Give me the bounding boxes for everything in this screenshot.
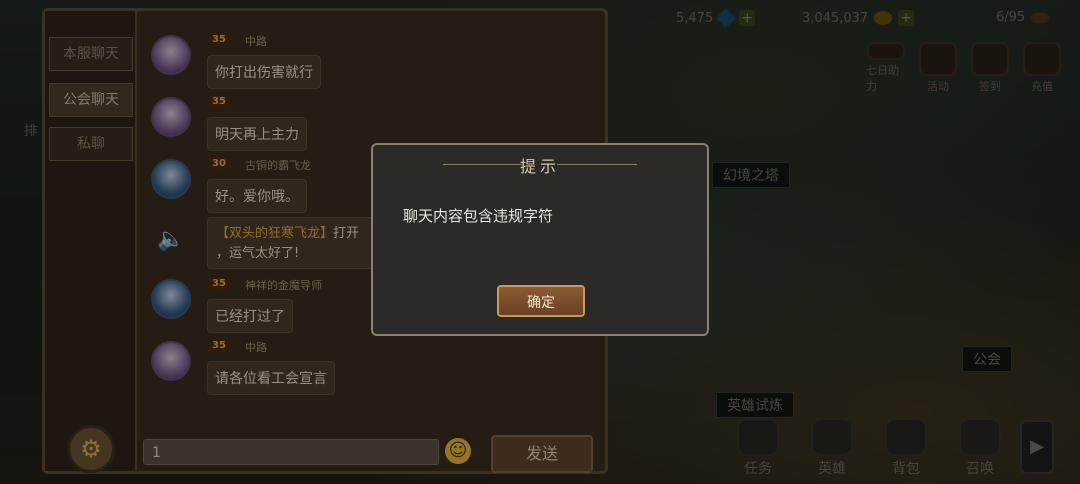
- dialog-title: 提示: [519, 157, 560, 176]
- alert-dialog: 提示 聊天内容包含违规字符 确定: [371, 143, 709, 336]
- dialog-message: 聊天内容包含违规字符: [403, 207, 554, 225]
- confirm-button[interactable]: 确定: [497, 285, 585, 317]
